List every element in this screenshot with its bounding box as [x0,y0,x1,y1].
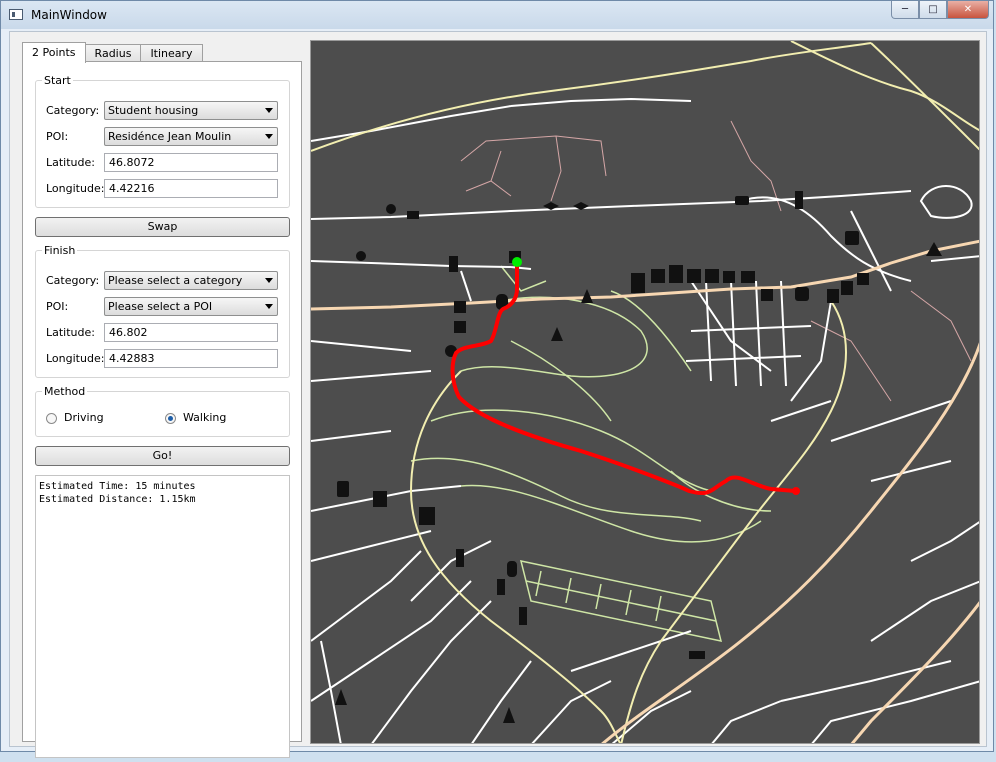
shop-icon [827,289,839,303]
finish-poi-value: Please select a POI [108,300,213,313]
chevron-down-icon [265,278,273,283]
tab-panel-2-points: Start Category: Student housing POI: Res… [22,61,302,758]
result-output: Estimated Time: 15 minutes Estimated Dis… [35,475,290,758]
shop-icon [669,265,683,283]
shop-icon [631,273,645,293]
chevron-down-icon [265,134,273,139]
driving-label[interactable]: Driving [64,411,104,424]
driving-radio[interactable] [46,413,57,424]
chevron-down-icon [265,304,273,309]
app-window-icon [9,9,23,20]
finish-poi-select[interactable]: Please select a POI [104,297,278,316]
finish-poi-label: POI: [46,300,69,313]
finish-group-title: Finish [42,244,78,257]
method-group: Method Driving Walking [35,385,290,437]
map-background [311,41,979,743]
close-button[interactable]: ✕ [947,1,989,19]
main-window: MainWindow ─ □ ✕ 2 Points Radius Itinear… [0,0,994,758]
pedestrian-icon [386,204,396,214]
method-group-title: Method [42,385,88,398]
poi-icon [454,321,466,333]
start-category-value: Student housing [108,104,199,117]
finish-marker[interactable] [792,487,800,495]
start-poi-select[interactable]: Residénce Jean Moulin [104,127,278,146]
maximize-button[interactable]: □ [919,1,947,19]
finish-latitude-field[interactable]: 46.802 [104,323,278,342]
finish-longitude-label: Longitude: [46,352,105,365]
minimize-icon: ─ [901,4,909,15]
start-category-label: Category: [46,104,100,117]
restaurant-icon [519,607,527,625]
shop-icon [651,269,665,283]
start-category-select[interactable]: Student housing [104,101,278,120]
poi-icon [454,301,466,313]
car-icon [735,196,749,205]
swap-button[interactable]: Swap [35,217,290,237]
start-group: Start Category: Student housing POI: Res… [35,74,290,208]
shop-icon [761,289,773,301]
pedestrian-icon [356,251,366,261]
tab-bar: 2 Points Radius Itineary [22,42,203,63]
start-longitude-field[interactable]: 4.42216 [104,179,278,198]
start-latitude-label: Latitude: [46,156,95,169]
start-latitude-field[interactable]: 46.8072 [104,153,278,172]
minimize-button[interactable]: ─ [891,1,919,19]
bin-icon [337,481,349,497]
maximize-icon: □ [928,4,938,15]
estimated-time-text: Estimated Time: 15 minutes [39,481,196,492]
start-poi-label: POI: [46,130,69,143]
walking-radio[interactable] [165,413,176,424]
tab-2-points[interactable]: 2 Points [22,42,86,63]
go-button[interactable]: Go! [35,446,290,466]
bed-icon [689,651,705,659]
finish-group: Finish Category: Please select a categor… [35,244,290,378]
restaurant-icon [449,256,458,272]
restaurant-icon [373,491,387,507]
monument-icon [507,561,517,577]
finish-category-label: Category: [46,274,100,287]
shop-icon [795,287,809,301]
close-icon: ✕ [963,4,973,15]
estimated-distance-text: Estimated Distance: 1.15km [39,494,196,505]
client-area: 2 Points Radius Itineary Start Category:… [9,31,987,758]
shop-icon [857,273,869,285]
bus-icon [845,231,859,245]
chevron-down-icon [265,108,273,113]
restaurant-icon [456,549,464,567]
finish-latitude-label: Latitude: [46,326,95,339]
shop-icon [687,269,701,283]
finish-category-select[interactable]: Please select a category [104,271,278,290]
shop-icon [705,269,719,283]
finish-category-value: Please select a category [108,274,243,287]
start-group-title: Start [42,74,73,87]
restaurant-icon [419,507,435,525]
map-canvas[interactable] [311,41,980,744]
start-poi-value: Residénce Jean Moulin [108,130,232,143]
shop-icon [741,271,755,283]
walking-label[interactable]: Walking [183,411,226,424]
start-marker[interactable] [512,257,522,267]
finish-longitude-field[interactable]: 4.42883 [104,349,278,368]
title-bar: MainWindow ─ □ ✕ [1,1,993,29]
shop-icon [723,271,735,283]
window-title: MainWindow [31,8,107,22]
mail-icon [407,211,419,219]
restaurant-icon [795,191,803,209]
shop-icon [841,281,853,295]
restaurant-icon [497,579,505,595]
map-view[interactable] [310,40,980,744]
start-longitude-label: Longitude: [46,182,105,195]
